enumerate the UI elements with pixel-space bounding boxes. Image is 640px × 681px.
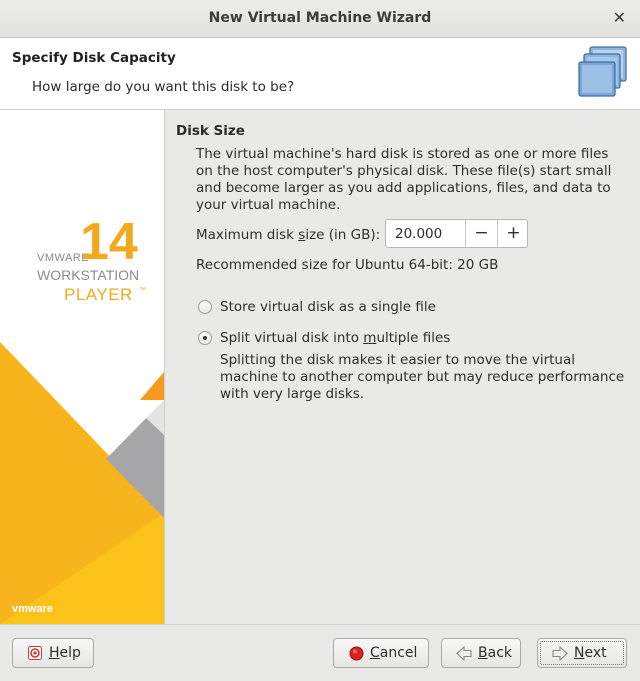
disk-size-spinbox: − + [385, 219, 528, 248]
button-bar: Help Cancel Back Next [0, 624, 640, 681]
vmware-logo: vmware [12, 603, 53, 615]
label-mnemonic: g [390, 299, 399, 315]
page-title: Specify Disk Capacity [12, 50, 176, 66]
label-mnemonic: H [49, 645, 60, 661]
back-arrow-icon [456, 646, 472, 661]
next-label: Next [574, 645, 607, 661]
split-files-radio[interactable] [198, 331, 212, 345]
product-banner: VMWARE 14 WORKSTATION PLAYER ™ vmware [0, 110, 164, 624]
single-file-radio[interactable] [198, 300, 212, 314]
help-button[interactable]: Help [12, 638, 94, 668]
label-text: le file [398, 299, 436, 315]
disk-size-input[interactable] [386, 220, 465, 247]
section-description: The virtual machine's hard disk is store… [196, 146, 612, 213]
label-text: ack [487, 645, 512, 661]
split-files-label[interactable]: Split virtual disk into multiple files [220, 330, 450, 346]
label-text: ancel [379, 645, 418, 661]
split-description: Splitting the disk makes it easier to mo… [220, 352, 625, 402]
back-button[interactable]: Back [441, 638, 521, 668]
title-bar[interactable]: New Virtual Machine Wizard ✕ [0, 0, 640, 38]
label-text: ize (in GB): [305, 227, 381, 243]
single-file-label[interactable]: Store virtual disk as a single file [220, 299, 436, 315]
banner-orange-tab [140, 372, 164, 400]
back-label: Back [478, 645, 512, 661]
cancel-button[interactable]: Cancel [333, 638, 429, 668]
label-mnemonic: C [370, 645, 380, 661]
stacked-disks-icon [578, 46, 627, 97]
label-text: ext [584, 645, 607, 661]
label-text: Store virtual disk as a sin [220, 299, 391, 315]
window-title: New Virtual Machine Wizard [208, 10, 432, 26]
disk-size-panel: Disk Size The virtual machine's hard dis… [165, 110, 640, 624]
help-icon [28, 646, 42, 660]
section-title: Disk Size [176, 123, 245, 139]
next-arrow-icon [552, 646, 568, 661]
version-number: 14 [80, 213, 138, 271]
close-icon[interactable]: ✕ [613, 8, 626, 27]
max-disk-size-label: Maximum disk size (in GB): [196, 227, 380, 243]
cancel-label: Cancel [370, 645, 417, 661]
page-subtitle: How large do you want this disk to be? [32, 79, 295, 95]
next-button[interactable]: Next [537, 638, 627, 668]
label-text: ultiple files [376, 330, 451, 346]
product-line-2: PLAYER [64, 285, 133, 304]
help-label: Help [49, 645, 81, 661]
increment-button[interactable]: + [497, 220, 529, 247]
product-line-1: WORKSTATION [37, 267, 139, 283]
decrement-button[interactable]: − [465, 220, 497, 247]
label-mnemonic: m [363, 330, 377, 346]
wizard-header: Specify Disk Capacity How large do you w… [0, 38, 640, 110]
label-text: elp [59, 645, 81, 661]
label-text: Split virtual disk into [220, 330, 364, 346]
label-mnemonic: B [478, 645, 488, 661]
stop-icon [349, 646, 364, 661]
label-text: Maximum disk [196, 227, 299, 243]
recommended-size-text: Recommended size for Ubuntu 64-bit: 20 G… [196, 257, 499, 273]
label-mnemonic: N [574, 645, 585, 661]
trademark-mark: ™ [139, 287, 146, 294]
